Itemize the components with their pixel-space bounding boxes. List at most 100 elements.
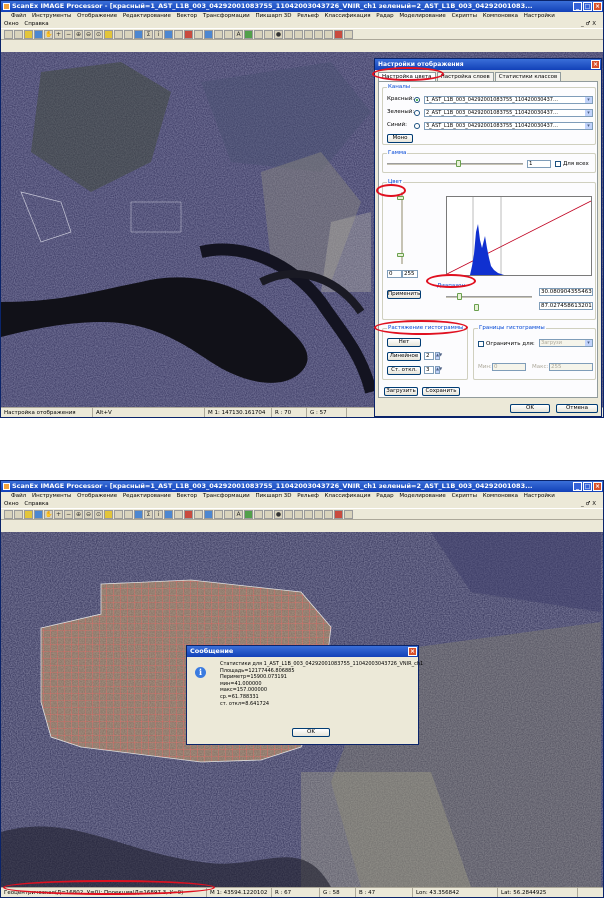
save-icon[interactable]	[14, 509, 23, 519]
load-button[interactable]: Загрузить	[384, 387, 418, 396]
menu-file[interactable]: Файл	[11, 13, 26, 19]
zoom-out-icon[interactable]: −	[64, 509, 73, 519]
menu-scripts[interactable]: Скрипты	[452, 493, 477, 499]
gamma-value-input[interactable]: 1	[527, 160, 551, 168]
target-icon[interactable]	[314, 29, 323, 39]
histogram-icon[interactable]	[164, 509, 173, 519]
record-icon[interactable]: ●	[274, 509, 283, 519]
stat-icon[interactable]	[324, 509, 333, 519]
menu-window[interactable]: Окно	[4, 21, 19, 27]
dialog-close-button[interactable]: ×	[591, 60, 600, 69]
title-bar[interactable]: ScanEx IMAGE Processor - [красный=1_AST_…	[1, 481, 603, 492]
menu-modeling[interactable]: Моделирование	[399, 493, 445, 499]
stretch-none-button[interactable]: Нет	[387, 338, 421, 347]
save-button[interactable]: Сохранить	[422, 387, 460, 396]
stddev-value-input[interactable]: 3	[424, 366, 434, 374]
message-close-button[interactable]: ×	[408, 647, 417, 656]
calc-icon[interactable]	[264, 29, 273, 39]
copy-icon[interactable]	[214, 509, 223, 519]
histogram-icon[interactable]	[164, 29, 173, 39]
measure-icon[interactable]	[174, 29, 183, 39]
menu-window[interactable]: Окно	[4, 501, 19, 507]
range-max-input[interactable]: 87.027458613201	[539, 302, 593, 310]
hand-icon[interactable]: ✋	[44, 29, 53, 39]
classify-icon[interactable]	[204, 509, 213, 519]
menu-settings[interactable]: Настройки	[524, 13, 555, 19]
target-icon[interactable]	[314, 509, 323, 519]
network-icon[interactable]	[284, 29, 293, 39]
menu-help[interactable]: Справка	[24, 21, 48, 27]
record-icon[interactable]: ●	[274, 29, 283, 39]
info-icon[interactable]: i	[154, 29, 163, 39]
paste-icon[interactable]	[224, 509, 233, 519]
color-icon[interactable]	[184, 509, 193, 519]
ok-button[interactable]: OK	[510, 404, 550, 413]
report-icon[interactable]	[334, 509, 343, 519]
linear-value-input[interactable]: 2	[424, 352, 434, 360]
menu-vector[interactable]: Вектор	[177, 13, 198, 19]
stretch-linear-button[interactable]: Линейное	[387, 352, 421, 361]
open-icon[interactable]	[4, 509, 13, 519]
menu-classification[interactable]: Классификация	[325, 493, 371, 499]
range-high-input[interactable]: 255	[402, 270, 418, 278]
linear-spinner[interactable]: ▲▼	[435, 352, 442, 360]
menu-modeling[interactable]: Моделирование	[399, 13, 445, 19]
open-icon[interactable]	[4, 29, 13, 39]
window-icon[interactable]	[344, 29, 353, 39]
message-ok-button[interactable]: OK	[292, 728, 330, 737]
range-min-input[interactable]: 30.080904355463	[539, 288, 593, 296]
zoom-select-icon[interactable]: ⊙	[94, 29, 103, 39]
mark-icon[interactable]	[294, 509, 303, 519]
stddev-spinner[interactable]: ▲▼	[435, 366, 442, 374]
ruler-icon[interactable]	[104, 29, 113, 39]
menu-relief[interactable]: Рельеф	[297, 493, 319, 499]
measure-icon[interactable]	[174, 509, 183, 519]
menu-layout[interactable]: Компоновка	[483, 13, 518, 19]
mono-button[interactable]: Моно	[387, 134, 413, 143]
red-channel-select[interactable]: 1_AST_L1B_003_04292001083755_11042003043…	[424, 96, 593, 104]
red-channel-radio[interactable]	[414, 97, 420, 103]
calc-icon[interactable]	[264, 509, 273, 519]
save-icon[interactable]	[14, 29, 23, 39]
tab-class-statistics[interactable]: Статистики классов	[494, 72, 562, 81]
classify-icon[interactable]	[204, 29, 213, 39]
range-low-input[interactable]: 0	[387, 270, 402, 278]
sum-icon[interactable]: Σ	[144, 29, 153, 39]
tab-layer-settings[interactable]: Настройка слоев	[436, 72, 494, 81]
maximize-button[interactable]: □	[583, 2, 592, 11]
menu-display[interactable]: Отображение	[77, 493, 117, 499]
report-icon[interactable]	[334, 29, 343, 39]
display-settings-icon[interactable]	[134, 509, 143, 519]
menu-tools[interactable]: Инструменты	[32, 493, 71, 499]
color-upper-thumb[interactable]	[397, 196, 404, 200]
message-title-bar[interactable]: Сообщение ×	[187, 646, 418, 657]
zoom-full-icon[interactable]: ⊖	[84, 509, 93, 519]
max-input[interactable]: 255	[549, 363, 593, 371]
menu-radar[interactable]: Радар	[376, 13, 393, 19]
menu-relief[interactable]: Рельеф	[297, 13, 319, 19]
zoom-out-icon[interactable]: −	[64, 29, 73, 39]
menu-transform[interactable]: Трансформации	[203, 13, 250, 19]
paste-icon[interactable]	[224, 29, 233, 39]
title-bar[interactable]: ScanEx IMAGE Processor - [красный=1_AST_…	[1, 1, 603, 12]
grid-icon[interactable]	[114, 29, 123, 39]
minimize-button[interactable]: _	[573, 2, 582, 11]
table-icon[interactable]	[34, 29, 43, 39]
menu-pansharp[interactable]: Пикшарп 3D	[255, 493, 291, 499]
ruler-icon[interactable]	[104, 509, 113, 519]
minimize-button[interactable]: _	[573, 482, 582, 491]
gamma-slider-track[interactable]	[387, 163, 523, 165]
blue-channel-radio[interactable]	[414, 123, 420, 129]
camera-icon[interactable]	[304, 509, 313, 519]
menu-display[interactable]: Отображение	[77, 13, 117, 19]
for-all-checkbox[interactable]	[555, 161, 561, 167]
range-min-thumb[interactable]	[457, 293, 462, 300]
info-icon[interactable]: i	[154, 509, 163, 519]
network-icon[interactable]	[284, 509, 293, 519]
menu-layout[interactable]: Компоновка	[483, 493, 518, 499]
stretch-stddev-button[interactable]: Ст. откл.	[387, 366, 421, 375]
bars-icon[interactable]	[194, 29, 203, 39]
vector-icon[interactable]	[244, 29, 253, 39]
table-icon[interactable]	[34, 509, 43, 519]
min-input[interactable]: 0	[492, 363, 526, 371]
